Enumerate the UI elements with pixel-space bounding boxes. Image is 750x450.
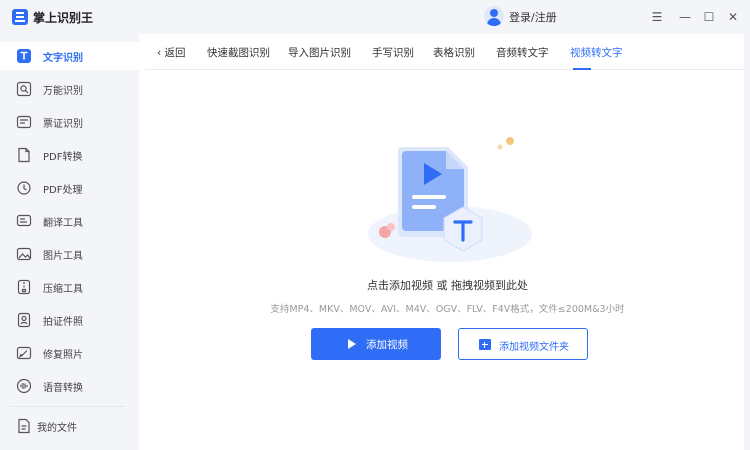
text-recognition-icon	[17, 49, 31, 63]
add-video-folder-button[interactable]: 添加视频文件夹	[458, 328, 588, 360]
drop-zone-text: 点击添加视频 或 拖拽视频到此处	[367, 279, 528, 292]
id-photo-icon	[17, 312, 31, 328]
app-title: 掌上识别王	[33, 11, 94, 25]
tab-import-image[interactable]: 导入图片识别	[288, 45, 351, 60]
sidebar-item-pdf-process[interactable]: PDF处理	[0, 174, 139, 202]
tab-quick-screenshot[interactable]: 快速截图识别	[207, 45, 270, 60]
sidebar-item-label: 图片工具	[43, 251, 83, 262]
login-register-link[interactable]: 登录/注册	[509, 9, 557, 25]
sidebar: 文字识别 万能识别 票证识别 PDF转换 PDF处理 翻译工具 图片工具 压缩工…	[0, 34, 139, 450]
universal-recognition-icon	[16, 81, 32, 97]
sidebar-item-photo-repair[interactable]: 修复照片	[0, 339, 139, 367]
window-right-edge	[744, 34, 750, 450]
sidebar-item-label: PDF处理	[43, 185, 83, 196]
menu-icon[interactable]: ☰	[648, 8, 666, 26]
pdf-convert-icon	[18, 147, 30, 163]
sidebar-item-label: 翻译工具	[43, 218, 83, 229]
tab-table[interactable]: 表格识别	[433, 45, 475, 60]
tab-audio-to-text[interactable]: 音频转文字	[496, 45, 549, 60]
sidebar-item-label: 万能识别	[43, 86, 83, 97]
sidebar-item-id-photo[interactable]: 拍证件照	[0, 306, 139, 334]
pdf-process-icon	[17, 181, 31, 195]
ticket-recognition-icon	[16, 115, 32, 129]
translate-icon	[16, 214, 32, 227]
sidebar-item-label: 修复照片	[43, 350, 83, 361]
title-bar: 掌上识别王 登录/注册 ☰ — ☐ ✕	[0, 0, 750, 34]
main-panel: ‹ 返回 快速截图识别 导入图片识别 手写识别 表格识别 音频转文字 视频转文字…	[145, 34, 750, 450]
minimize-button[interactable]: —	[676, 8, 694, 26]
back-button[interactable]: ‹ 返回	[157, 45, 186, 60]
tab-video-to-text[interactable]: 视频转文字	[570, 45, 623, 60]
sidebar-item-label: 我的文件	[37, 423, 77, 434]
sidebar-item-label: 压缩工具	[43, 284, 83, 295]
sidebar-item-text-recognition[interactable]: 文字识别	[0, 42, 139, 70]
maximize-button[interactable]: ☐	[700, 8, 718, 26]
sidebar-item-image-tools[interactable]: 图片工具	[0, 240, 139, 268]
tab-bar: ‹ 返回 快速截图识别 导入图片识别 手写识别 表格识别 音频转文字 视频转文字	[145, 34, 750, 70]
app-logo-icon	[12, 9, 28, 25]
sidebar-item-label: 语音转换	[43, 383, 83, 394]
close-button[interactable]: ✕	[724, 8, 742, 26]
add-video-label: 添加视频	[366, 339, 408, 351]
sidebar-item-label: 拍证件照	[43, 317, 83, 328]
active-tab-indicator	[573, 68, 591, 70]
photo-repair-icon	[16, 346, 32, 360]
add-video-folder-label: 添加视频文件夹	[499, 342, 569, 353]
voice-convert-icon	[16, 378, 32, 394]
video-to-text-illustration[interactable]	[360, 129, 540, 269]
sidebar-item-ticket-recognition[interactable]: 票证识别	[0, 108, 139, 136]
image-tools-icon	[16, 247, 32, 261]
back-label: 返回	[164, 47, 186, 59]
play-icon	[348, 339, 356, 349]
my-files-icon	[18, 418, 30, 434]
sidebar-divider	[10, 406, 125, 407]
sidebar-item-translate[interactable]: 翻译工具	[0, 207, 139, 235]
sidebar-item-pdf-convert[interactable]: PDF转换	[0, 141, 139, 169]
chevron-left-icon: ‹	[157, 47, 165, 59]
sidebar-item-label: 票证识别	[43, 119, 83, 130]
sidebar-item-universal-recognition[interactable]: 万能识别	[0, 75, 139, 103]
sidebar-item-label: PDF转换	[43, 152, 83, 163]
sidebar-item-voice-convert[interactable]: 语音转换	[0, 372, 139, 400]
add-video-button[interactable]: 添加视频	[311, 328, 441, 360]
user-avatar-icon[interactable]	[484, 6, 504, 26]
sidebar-item-compress[interactable]: 压缩工具	[0, 273, 139, 301]
format-hint: 支持MP4、MKV、MOV、AVI、M4V、OGV、FLV、F4V格式，文件≤2…	[270, 304, 625, 315]
sidebar-item-label: 文字识别	[43, 53, 83, 64]
sidebar-item-my-files[interactable]: 我的文件	[0, 412, 139, 440]
compress-icon	[17, 279, 31, 295]
add-folder-icon	[479, 339, 491, 350]
tab-handwriting[interactable]: 手写识别	[372, 45, 414, 60]
